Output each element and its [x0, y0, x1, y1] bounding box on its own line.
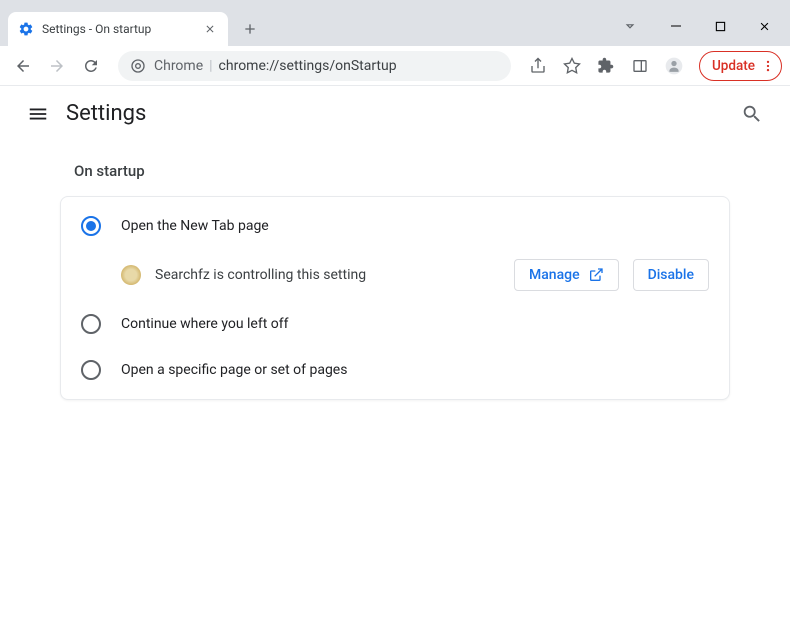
disable-button[interactable]: Disable [633, 259, 709, 291]
radio-new-tab[interactable]: Open the New Tab page [61, 203, 729, 249]
sidepanel-icon[interactable] [625, 51, 655, 81]
update-label: Update [712, 58, 755, 74]
titlebar: Settings - On startup [0, 0, 790, 46]
hamburger-menu-icon[interactable] [18, 94, 58, 134]
radio-continue[interactable]: Continue where you left off [61, 301, 729, 347]
close-icon[interactable] [202, 21, 218, 37]
radio-label: Open the New Tab page [121, 218, 269, 234]
extension-favicon [121, 265, 141, 285]
extension-notice-text: Searchfz is controlling this setting [155, 267, 500, 283]
page-title: Settings [66, 101, 146, 126]
radio-specific[interactable]: Open a specific page or set of pages [61, 347, 729, 393]
manage-button[interactable]: Manage [514, 259, 619, 291]
browser-tab[interactable]: Settings - On startup [8, 12, 228, 46]
menu-dots-icon [761, 59, 775, 73]
search-icon[interactable] [732, 94, 772, 134]
radio-label: Open a specific page or set of pages [121, 362, 347, 378]
browser-toolbar: Chrome | chrome://settings/onStartup Upd… [0, 46, 790, 86]
extension-notice: Searchfz is controlling this setting Man… [61, 249, 729, 301]
back-button[interactable] [8, 51, 38, 81]
address-text: Chrome | chrome://settings/onStartup [154, 58, 397, 74]
chrome-icon [130, 58, 146, 74]
extensions-icon[interactable] [591, 51, 621, 81]
settings-content: On startup Open the New Tab page Searchf… [0, 142, 790, 420]
update-button[interactable]: Update [699, 51, 782, 81]
radio-label: Continue where you left off [121, 316, 289, 332]
maximize-button[interactable] [698, 10, 742, 42]
new-tab-button[interactable] [236, 15, 264, 43]
minimize-button[interactable] [654, 10, 698, 42]
radio-icon [81, 314, 101, 334]
close-window-button[interactable] [742, 10, 786, 42]
external-link-icon [588, 267, 604, 283]
settings-header: Settings [0, 86, 790, 142]
profile-icon[interactable] [659, 51, 689, 81]
forward-button[interactable] [42, 51, 72, 81]
bookmark-star-icon[interactable] [557, 51, 587, 81]
address-bar[interactable]: Chrome | chrome://settings/onStartup [118, 51, 511, 81]
share-icon[interactable] [523, 51, 553, 81]
section-title: On startup [74, 162, 730, 180]
tab-title: Settings - On startup [42, 22, 194, 36]
chevron-down-icon[interactable] [614, 19, 646, 33]
startup-card: Open the New Tab page Searchfz is contro… [60, 196, 730, 400]
window-controls [614, 0, 790, 46]
radio-icon [81, 216, 101, 236]
gear-icon [18, 21, 34, 37]
reload-button[interactable] [76, 51, 106, 81]
radio-icon [81, 360, 101, 380]
